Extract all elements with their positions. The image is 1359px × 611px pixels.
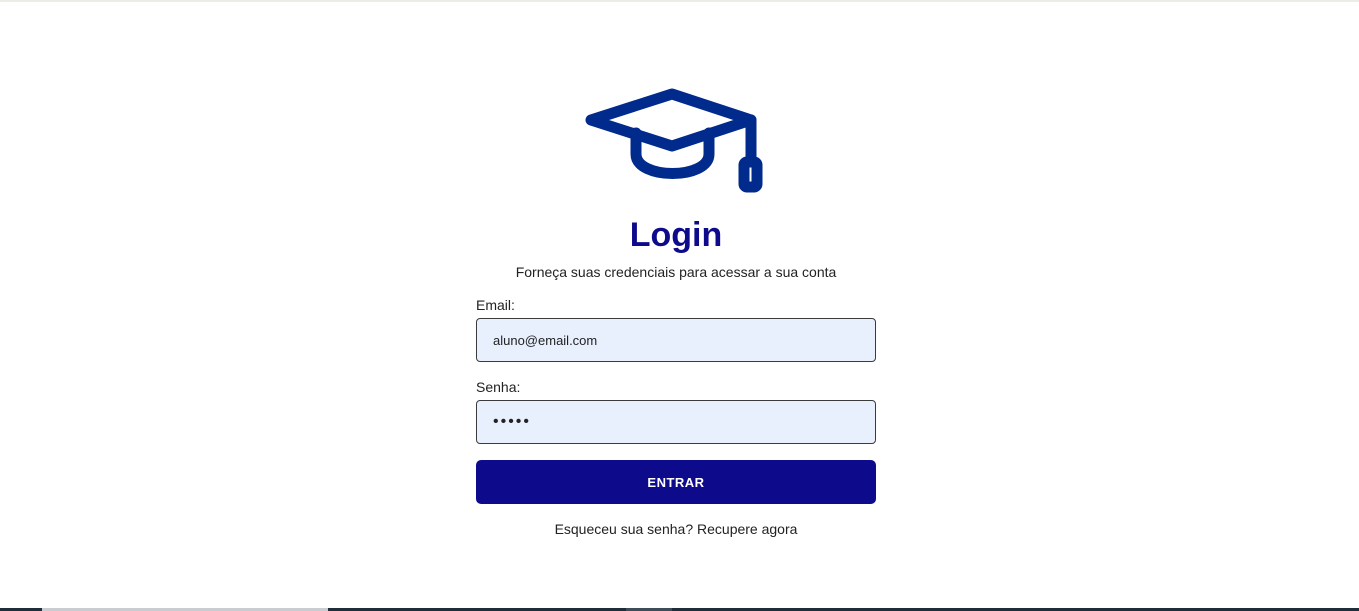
top-border (0, 0, 1359, 2)
email-label: Email: (476, 297, 515, 313)
recover-password-link[interactable]: Recupere agora (697, 521, 797, 537)
password-input[interactable] (476, 400, 876, 444)
email-input[interactable] (476, 318, 876, 362)
graduation-cap-icon (585, 88, 763, 193)
login-page: Login Forneça suas credenciais para aces… (0, 0, 1359, 611)
login-subtitle: Forneça suas credenciais para acessar a … (515, 264, 837, 280)
login-title: Login (629, 216, 723, 254)
forgot-password-text: Esqueceu sua senha? (554, 521, 694, 537)
forgot-password-line: Esqueceu sua senha? Recupere agora (0, 520, 1352, 538)
password-label: Senha: (476, 379, 521, 395)
login-button[interactable]: ENTRAR (476, 460, 876, 504)
